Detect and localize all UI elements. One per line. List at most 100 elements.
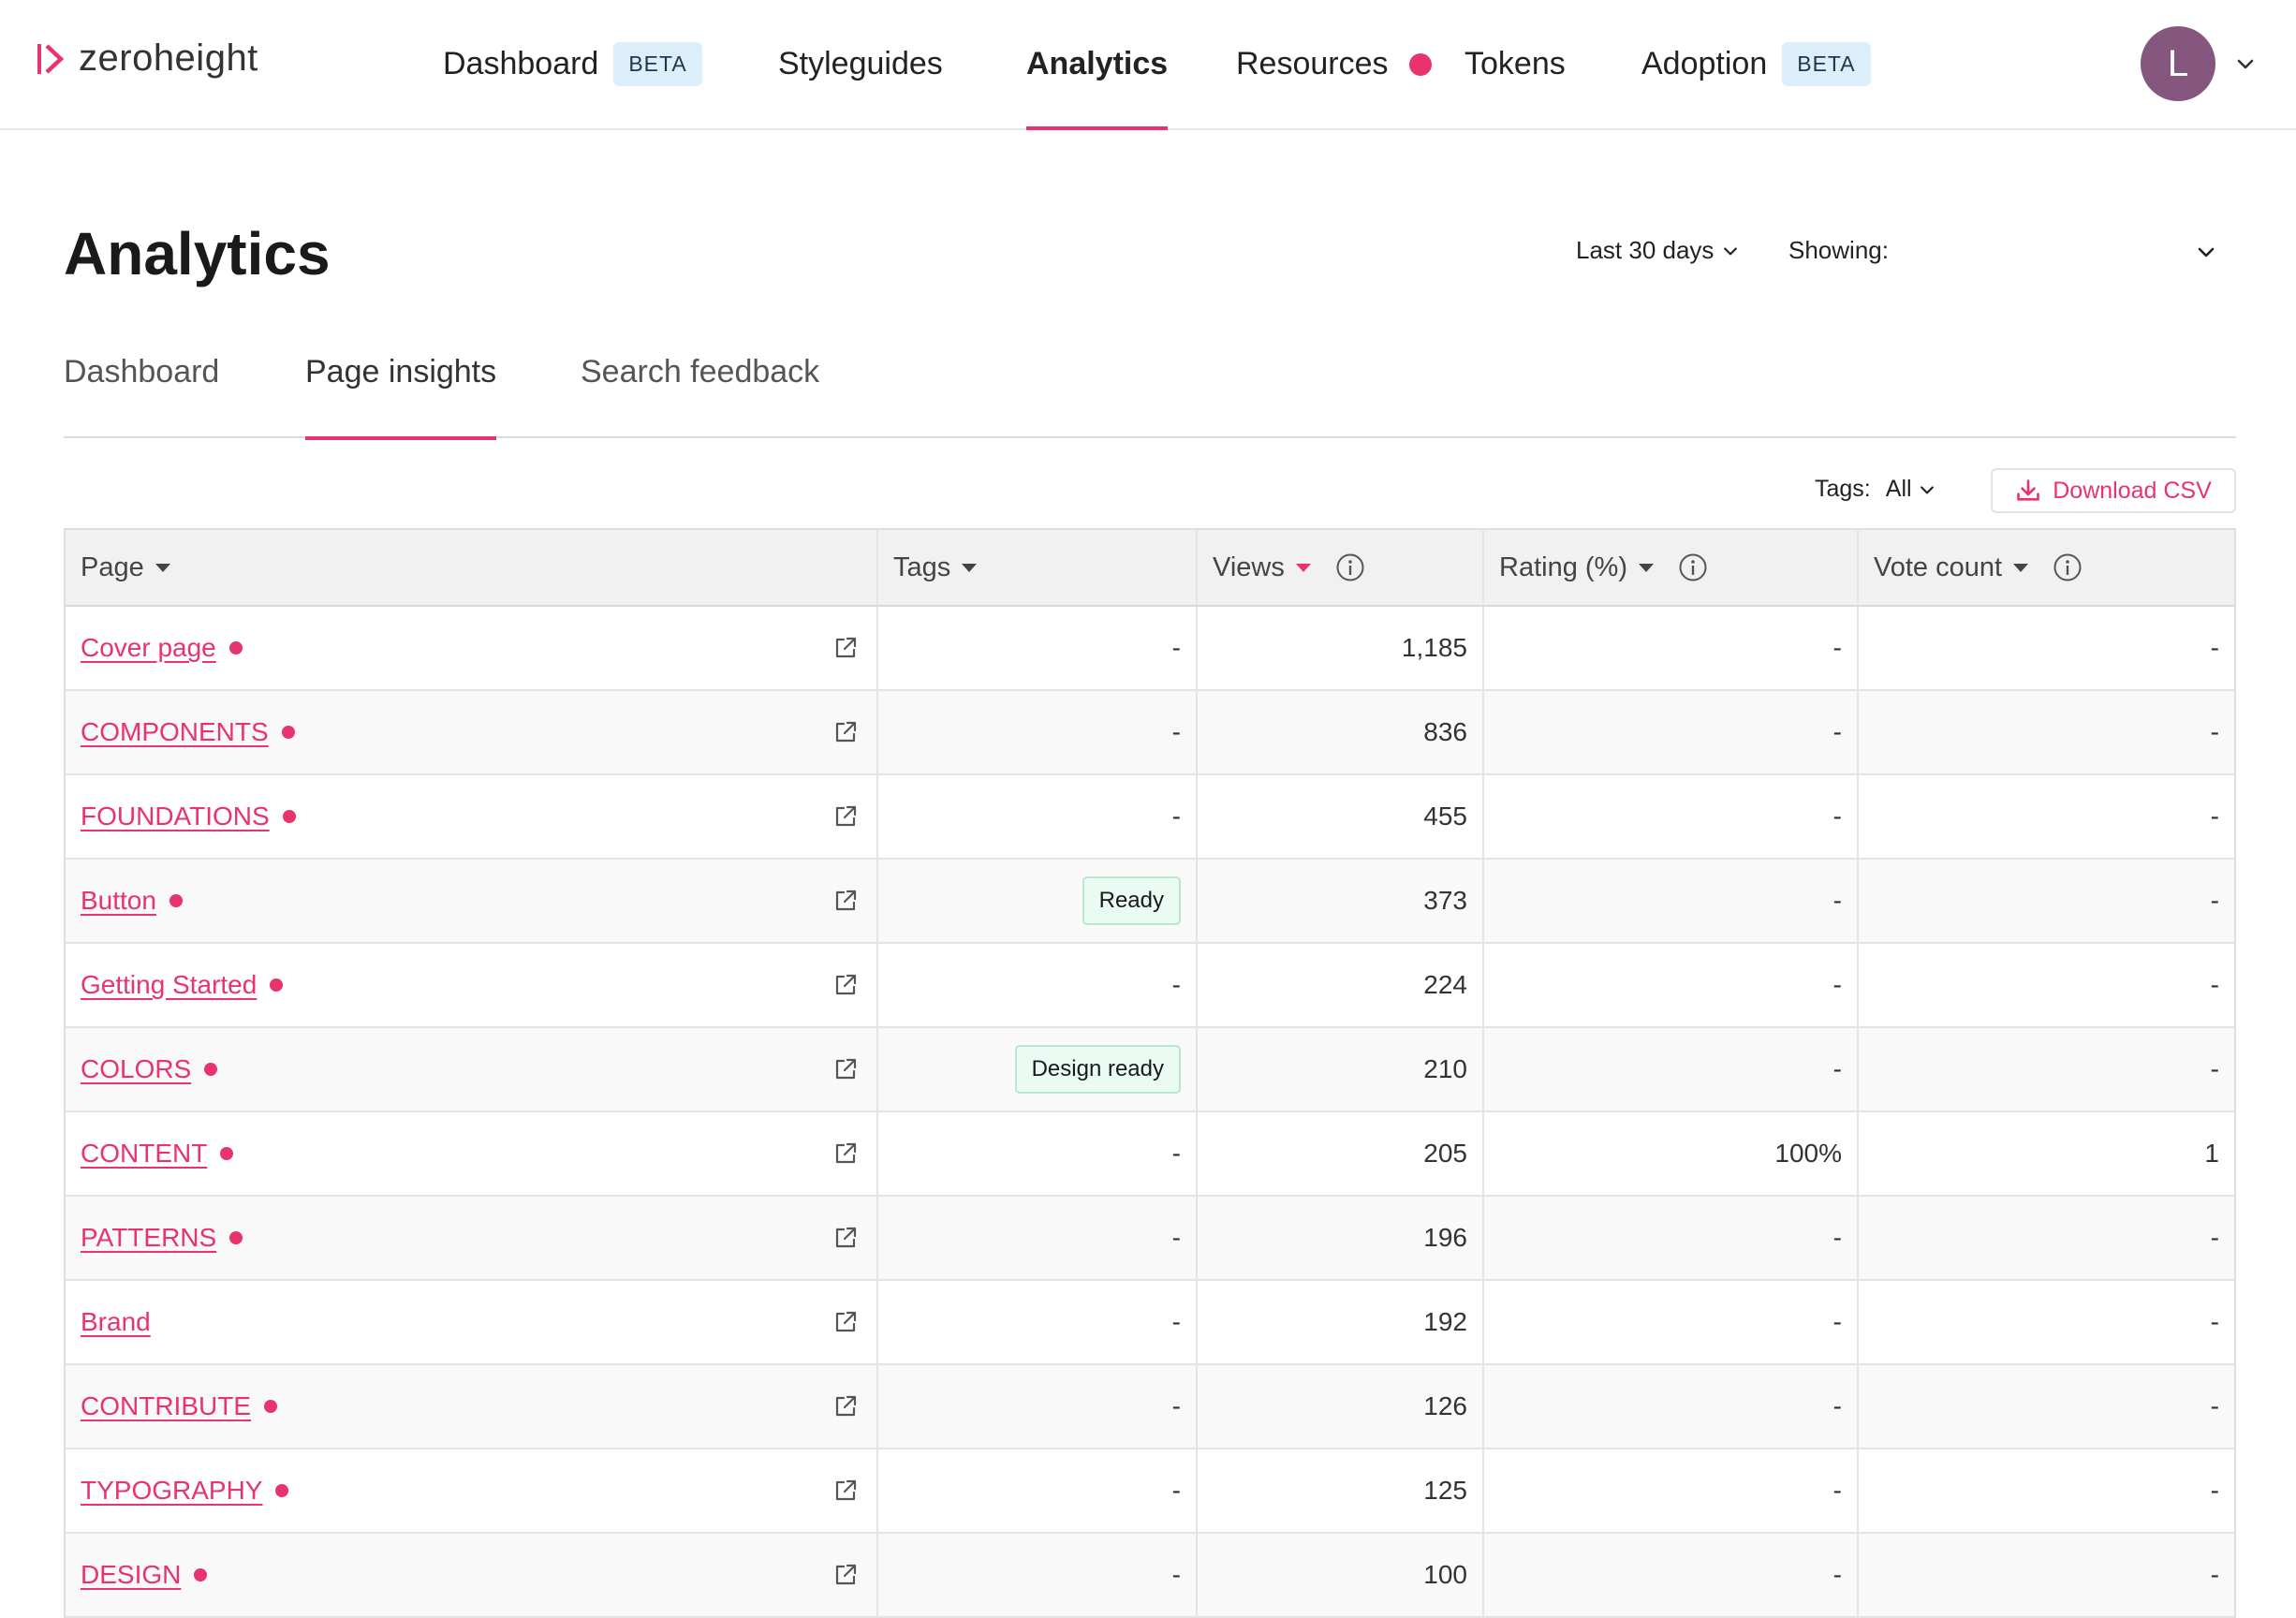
vote-count-cell: - — [2210, 717, 2219, 746]
external-link-icon[interactable] — [832, 1224, 860, 1252]
views-cell: 126 — [1198, 1365, 1484, 1448]
page-cell: TYPOGRAPHY — [66, 1449, 878, 1532]
external-link-icon[interactable] — [832, 1477, 860, 1505]
external-link-icon[interactable] — [832, 1392, 860, 1420]
table-row: PATTERNS -196- - — [66, 1197, 2234, 1281]
external-link-icon[interactable] — [832, 1308, 860, 1336]
tags-cell: - — [878, 1365, 1198, 1448]
tags-cell: - — [878, 607, 1198, 689]
nav-item-adoption[interactable]: Adoption BETA — [1641, 0, 1871, 128]
external-link-icon[interactable] — [832, 634, 860, 662]
external-link-icon[interactable] — [832, 1561, 860, 1589]
external-link-icon[interactable] — [832, 1055, 860, 1083]
avatar-initial: L — [2167, 42, 2189, 84]
views-cell: 100 — [1198, 1534, 1484, 1616]
page-link[interactable]: COMPONENTS — [81, 717, 269, 747]
rating-cell: - — [1484, 1028, 1859, 1111]
logo-mark-icon — [37, 43, 64, 74]
tags-value: - — [1171, 1139, 1181, 1168]
page-link[interactable]: PATTERNS — [81, 1223, 216, 1253]
info-icon[interactable] — [1335, 552, 1365, 582]
column-header-tags[interactable]: Tags — [878, 530, 1198, 605]
unread-dot-icon — [194, 1568, 208, 1581]
vote-count-cell: - — [2210, 1307, 2219, 1336]
date-range-label: Last 30 days — [1576, 236, 1715, 264]
column-header-label: Vote count — [1874, 552, 2003, 582]
page-title: Analytics — [64, 220, 331, 287]
rating-cell: - — [1484, 691, 1859, 773]
views-cell: 836 — [1198, 691, 1484, 773]
page-link[interactable]: CONTRIBUTE — [81, 1391, 251, 1421]
nav-item-dashboard[interactable]: Dashboard BETA — [443, 0, 702, 128]
vote-count-cell: - — [2210, 802, 2219, 831]
page-cell: Button — [66, 860, 878, 942]
tab-page-insights[interactable]: Page insights — [305, 354, 497, 440]
unread-dot-icon — [264, 1400, 277, 1413]
download-csv-button[interactable]: Download CSV — [1991, 468, 2236, 513]
page-link[interactable]: TYPOGRAPHY — [81, 1476, 262, 1506]
info-icon[interactable] — [2053, 552, 2083, 582]
column-header-views[interactable]: Views — [1198, 530, 1484, 605]
views-cell: 125 — [1198, 1449, 1484, 1532]
tab-search-feedback[interactable]: Search feedback — [581, 354, 819, 438]
page-link[interactable]: DESIGN — [81, 1560, 181, 1590]
top-navigation-bar: zeroheight Dashboard BETA Styleguides An… — [0, 0, 2296, 130]
tags-cell: Ready — [878, 860, 1198, 942]
tags-cell: - — [878, 1112, 1198, 1195]
external-link-icon[interactable] — [832, 718, 860, 746]
tab-dashboard[interactable]: Dashboard — [64, 354, 219, 438]
column-header-rating[interactable]: Rating (%) — [1484, 530, 1859, 605]
vote-count-cell: - — [2210, 1223, 2219, 1252]
tags-cell: - — [878, 1449, 1198, 1532]
external-link-icon[interactable] — [832, 971, 860, 999]
rating-cell: - — [1484, 1197, 1859, 1279]
user-avatar[interactable]: L — [2141, 26, 2215, 101]
external-link-icon[interactable] — [832, 887, 860, 915]
vote-count-cell: - — [2210, 1560, 2219, 1589]
showing-label: Showing: — [1788, 236, 1889, 264]
nav-item-styleguides[interactable]: Styleguides — [778, 0, 943, 128]
table-row: COLORS Design ready 210- - — [66, 1028, 2234, 1112]
tags-cell: - — [878, 1197, 1198, 1279]
logo-text: zeroheight — [79, 37, 258, 79]
page-cell: CONTENT — [66, 1112, 878, 1195]
vote-count-cell: - — [2210, 970, 2219, 999]
unread-dot-icon — [220, 1147, 234, 1160]
page-link[interactable]: COLORS — [81, 1054, 191, 1084]
rating-cell: - — [1484, 1449, 1859, 1532]
column-header-page[interactable]: Page — [66, 530, 878, 605]
tags-filter-value: All — [1885, 476, 1912, 502]
page-link[interactable]: FOUNDATIONS — [81, 802, 270, 831]
nav-item-analytics[interactable]: Analytics — [1026, 0, 1169, 130]
page-cell: COLORS — [66, 1028, 878, 1111]
download-csv-label: Download CSV — [2053, 477, 2212, 504]
showing-dropdown-chevron-icon[interactable] — [2195, 241, 2217, 263]
external-link-icon[interactable] — [832, 802, 860, 831]
nav-item-label: Resources — [1236, 46, 1389, 81]
page-cell: COMPONENTS — [66, 691, 878, 773]
page-link[interactable]: CONTENT — [81, 1139, 207, 1169]
sort-caret-icon — [2013, 563, 2029, 572]
views-cell: 205 — [1198, 1112, 1484, 1195]
external-link-icon[interactable] — [832, 1140, 860, 1168]
page-link[interactable]: Getting Started — [81, 970, 257, 1000]
page-link[interactable]: Button — [81, 886, 156, 916]
nav-item-resources[interactable]: Resources — [1236, 0, 1432, 128]
tags-filter-dropdown[interactable]: Tags: All — [1815, 476, 1936, 503]
table-row: CONTENT -205 100% 1 — [66, 1112, 2234, 1197]
nav-item-tokens[interactable]: Tokens — [1464, 0, 1566, 128]
column-header-vote-count[interactable]: Vote count — [1859, 530, 2234, 605]
page-link[interactable]: Cover page — [81, 633, 216, 663]
chevron-down-icon[interactable] — [2234, 52, 2257, 75]
info-icon[interactable] — [1678, 552, 1708, 582]
tags-value: - — [1171, 717, 1181, 746]
zeroheight-logo[interactable]: zeroheight — [36, 37, 258, 80]
vote-count-cell: 1 — [2204, 1139, 2219, 1168]
views-cell: 210 — [1198, 1028, 1484, 1111]
tags-filter-label: Tags: — [1815, 476, 1871, 502]
nav-item-label: Tokens — [1464, 46, 1566, 81]
nav-item-label: Adoption — [1641, 46, 1768, 81]
page-link[interactable]: Brand — [81, 1307, 151, 1337]
date-range-dropdown[interactable]: Last 30 days — [1576, 236, 1740, 265]
rating-cell: - — [1484, 860, 1859, 942]
